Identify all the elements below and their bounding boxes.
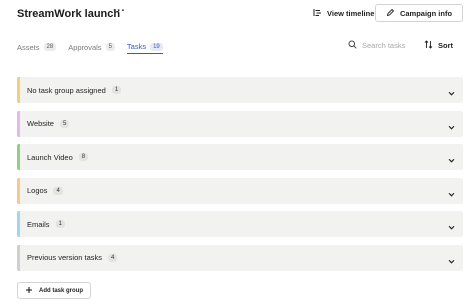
search-input[interactable]: Search tasks [348,40,405,51]
group-color-bar [17,77,20,103]
group-count-badge: 4 [108,253,118,262]
view-timeline-label: View timeline [327,8,375,18]
task-group-row[interactable]: Launch Video 8 [17,144,463,171]
add-task-group-button[interactable]: Add task group [17,282,91,299]
group-name: Previous version tasks [27,253,103,263]
group-name: Website [27,119,54,129]
pencil-icon [386,8,395,19]
more-options-button[interactable]: ··· [113,5,126,17]
search-icon [348,40,357,51]
tab-count-badge: 5 [105,43,115,51]
task-group-row[interactable]: Previous version tasks 4 [17,244,463,271]
campaign-info-label: Campaign info [399,8,453,18]
search-placeholder: Search tasks [362,41,406,50]
add-task-group-label: Add task group [38,287,83,294]
group-color-bar [17,244,20,271]
chevron-down-icon[interactable] [447,186,456,204]
view-timeline-button[interactable]: View timeline [313,4,374,22]
sort-label: Sort [438,41,453,50]
group-count-badge: 1 [111,86,122,94]
task-group-row[interactable]: Emails 1 [17,211,463,238]
timeline-icon [313,8,322,19]
group-color-bar [17,211,20,238]
group-count-badge: 4 [53,186,63,195]
group-name: No task group assigned [27,85,106,95]
tab-approvals[interactable]: Approvals 5 [68,40,115,54]
tab-count-badge: 19 [150,42,163,51]
chevron-down-icon[interactable] [447,119,456,137]
group-name: Emails [27,219,50,229]
tab-label: Assets [17,42,40,52]
page-title: StreamWork launch [17,8,121,20]
tab-label: Approvals [68,42,102,52]
group-color-bar [17,177,20,204]
group-count-badge: 5 [59,119,70,128]
tab-bar: Assets 28 Approvals 5 Tasks 19 [17,40,175,56]
group-color-bar [17,144,20,171]
sort-icon [424,40,433,51]
group-count-badge: 8 [78,153,89,162]
group-name: Logos [27,186,48,196]
group-name: Launch Video [27,152,73,162]
tab-tasks[interactable]: Tasks 19 [126,40,163,54]
campaign-info-button[interactable]: Campaign info [375,4,463,22]
tab-label: Tasks [126,42,147,51]
sort-button[interactable]: Sort [424,40,453,51]
plus-icon [25,286,33,296]
group-count-badge: 1 [55,220,65,229]
task-group-row[interactable]: No task group assigned 1 [17,77,463,103]
task-group-row[interactable]: Logos 4 [17,177,463,204]
task-group-list: No task group assigned 1 Website 5 Launc… [17,77,463,279]
chevron-down-icon[interactable] [447,219,456,237]
tab-assets[interactable]: Assets 28 [17,40,57,54]
chevron-down-icon[interactable] [447,85,456,103]
chevron-down-icon[interactable] [447,152,456,170]
tab-count-badge: 28 [43,43,57,51]
chevron-down-icon[interactable] [447,253,456,271]
group-color-bar [17,110,20,137]
task-group-row[interactable]: Website 5 [17,110,463,137]
